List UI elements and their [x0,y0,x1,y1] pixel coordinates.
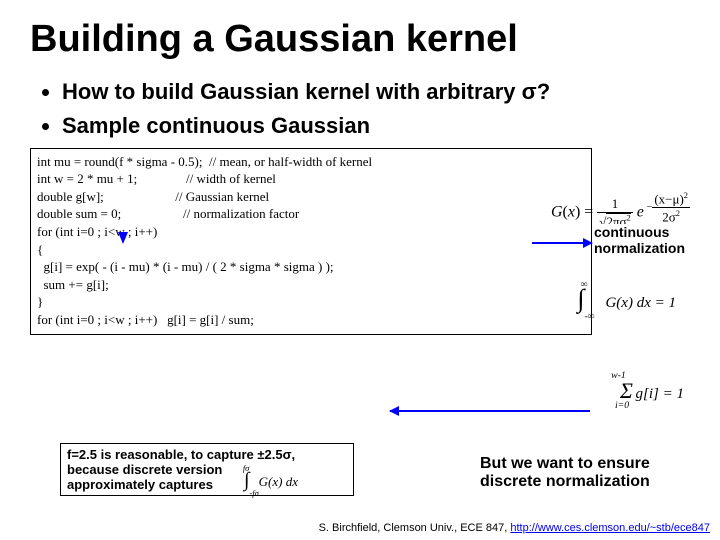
arrow-right-icon [532,242,592,244]
footer: S. Birchfield, Clemson Univ., ECE 847, h… [319,522,710,534]
label-continuous-normalization: continuous normalization [594,224,704,256]
label-discrete-normalization: But we want to ensure discrete normaliza… [474,452,696,494]
footer-link[interactable]: http://www.ces.clemson.edu/~stb/ece847 [510,522,710,534]
slide: Building a Gaussian kernel How to build … [0,0,720,540]
arrow-left-icon [390,410,590,412]
arrow-down-icon [118,232,128,244]
note-want-line: But we want to ensure [480,455,690,473]
code-block: int mu = round(f * sigma - 0.5); // mean… [30,148,592,335]
note-want-line: discrete normalization [480,473,690,491]
note-f-line: because discrete version [67,462,347,477]
formula-sum: Σi=0w-1 g[i] = 1 [620,378,684,405]
bullet-item: How to build Gaussian kernel with arbitr… [62,79,690,105]
note-f-box: f=2.5 is reasonable, to capture ±2.5σ, b… [60,443,354,496]
formula-integral: ∫-∞∞ G(x) dx = 1 [577,284,676,314]
note-f-line: f=2.5 is reasonable, to capture ±2.5σ, [67,447,347,462]
note-f-line: approximately captures [67,477,347,492]
bullet-item: Sample continuous Gaussian [62,113,690,139]
bullet-list: How to build Gaussian kernel with arbitr… [30,79,690,140]
slide-title: Building a Gaussian kernel [30,18,690,61]
formula-integral-small: ∫-fσfσ G(x) dx [244,469,298,492]
footer-text: S. Birchfield, Clemson Univ., ECE 847, [319,522,511,534]
